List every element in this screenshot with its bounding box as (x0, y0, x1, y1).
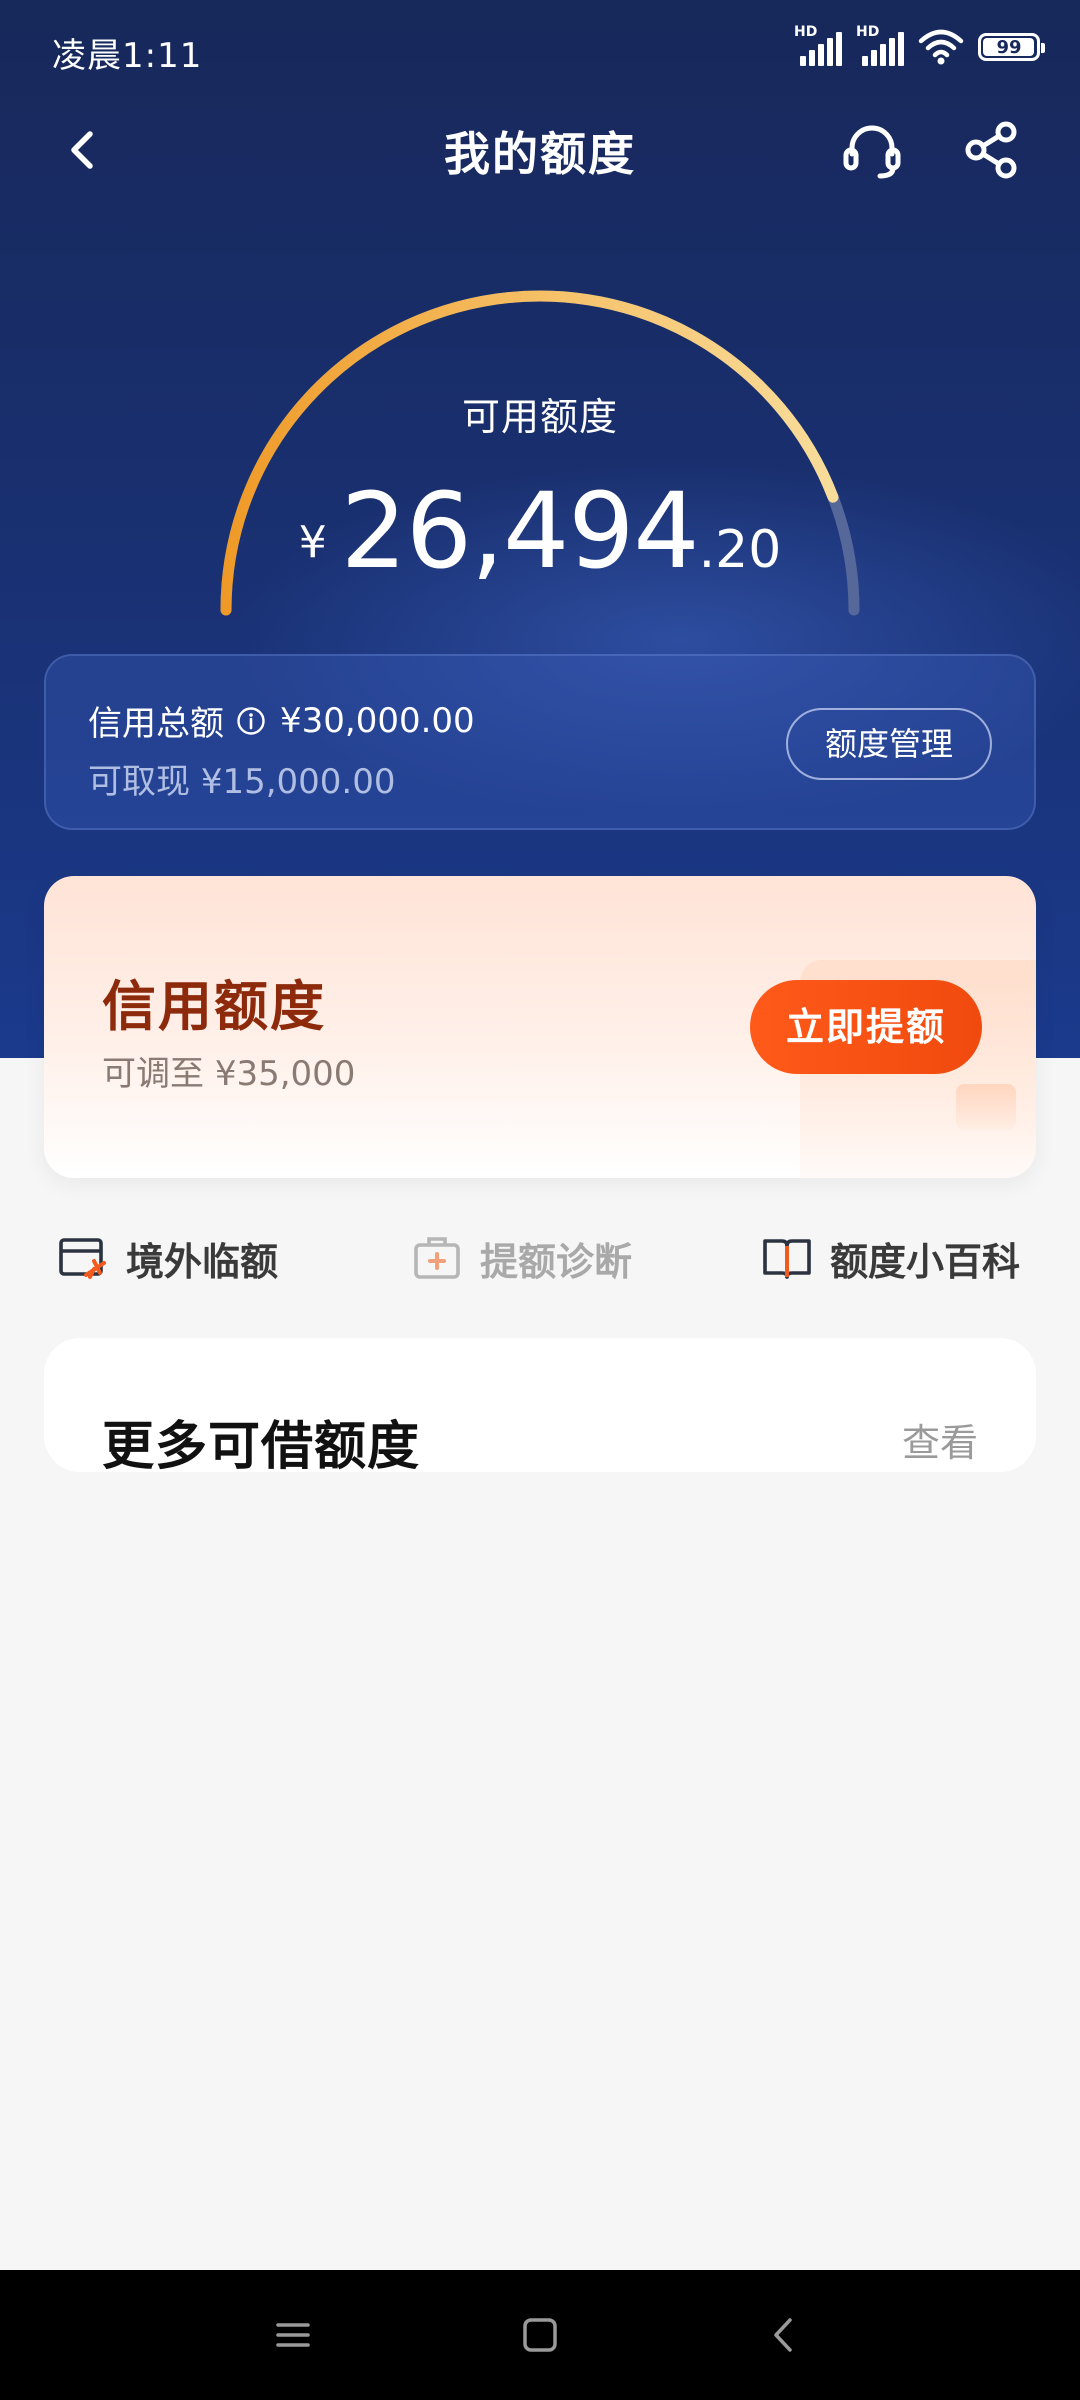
quick-link-overseas-temp-limit[interactable]: 境外临额 (56, 1218, 278, 1298)
adjustable-to-label: 可调至 (102, 1054, 204, 1094)
book-icon (763, 1239, 811, 1279)
status-time: 凌晨1:11 (52, 36, 203, 76)
signal-icon-2: HD (856, 24, 904, 66)
raise-limit-button[interactable]: 立即提额 (750, 980, 982, 1074)
total-credit-value: ¥30,000.00 (280, 700, 475, 741)
quick-links: 境外临额 提额诊断 额度小百科 (0, 1218, 1080, 1298)
more-credit-card[interactable]: 更多可借额度 查看 (44, 1338, 1036, 1472)
page-title: 我的额度 (444, 127, 636, 181)
back-icon[interactable] (760, 2310, 810, 2360)
quick-link-limit-encyclopedia[interactable]: 额度小百科 (760, 1218, 1020, 1298)
card-plane-icon (59, 1238, 106, 1279)
cash-limit-row: 可取现 ¥15,000.00 (88, 754, 395, 803)
adjustable-to-value: ¥35,000 (214, 1054, 356, 1094)
view-link[interactable]: 查看 (902, 1412, 978, 1467)
quick-link-label: 额度小百科 (830, 1239, 1021, 1284)
menu-icon[interactable] (268, 2310, 318, 2360)
currency-symbol: ¥ (298, 517, 327, 568)
quick-link-label: 提额诊断 (480, 1239, 633, 1284)
cash-limit-label: 可取现 (88, 762, 190, 802)
cash-limit-value: ¥15,000.00 (200, 762, 396, 802)
status-icons: HD HD 99 (794, 24, 1045, 66)
customer-service-icon[interactable] (836, 114, 908, 186)
battery-percent: 99 (996, 36, 1022, 58)
signal-icon: HD (794, 24, 842, 66)
available-credit-label: 可用额度 (461, 395, 618, 439)
amount-decimal: .20 (698, 520, 782, 580)
card-decoration-small (956, 1084, 1016, 1130)
share-icon[interactable] (956, 114, 1028, 186)
home-icon[interactable] (515, 2310, 565, 2360)
wifi-icon (918, 29, 964, 65)
more-credit-title: 更多可借额度 (102, 1417, 421, 1472)
quick-link-limit-diagnosis[interactable]: 提额诊断 (410, 1218, 632, 1298)
credit-limit-title: 信用额度 (102, 975, 326, 1038)
credit-limit-subtitle: 可调至 ¥35,000 (102, 1046, 355, 1095)
quick-link-label: 境外临额 (126, 1239, 279, 1284)
status-bar: 凌晨1:11 HD HD 99 (0, 0, 1080, 100)
info-icon[interactable] (236, 706, 266, 736)
total-credit-label: 信用总额 (88, 704, 224, 744)
amount-integer: 26,494 (340, 470, 700, 592)
credit-summary-card: 信用总额 ¥30,000.00 可取现 ¥15,000.00 额度管理 (44, 654, 1036, 830)
battery-icon: 99 (978, 33, 1045, 61)
medical-kit-icon (414, 1237, 460, 1279)
credit-management-button[interactable]: 额度管理 (786, 708, 992, 780)
credit-limit-promo-card[interactable]: 信用额度 可调至 ¥35,000 立即提额 (44, 876, 1036, 1178)
available-credit-amount: ¥26,494.20 (0, 470, 1080, 592)
total-credit-row: 信用总额 ¥30,000.00 (88, 696, 475, 745)
system-nav-bar (0, 2270, 1080, 2400)
nav-bar: 我的额度 (0, 100, 1080, 200)
